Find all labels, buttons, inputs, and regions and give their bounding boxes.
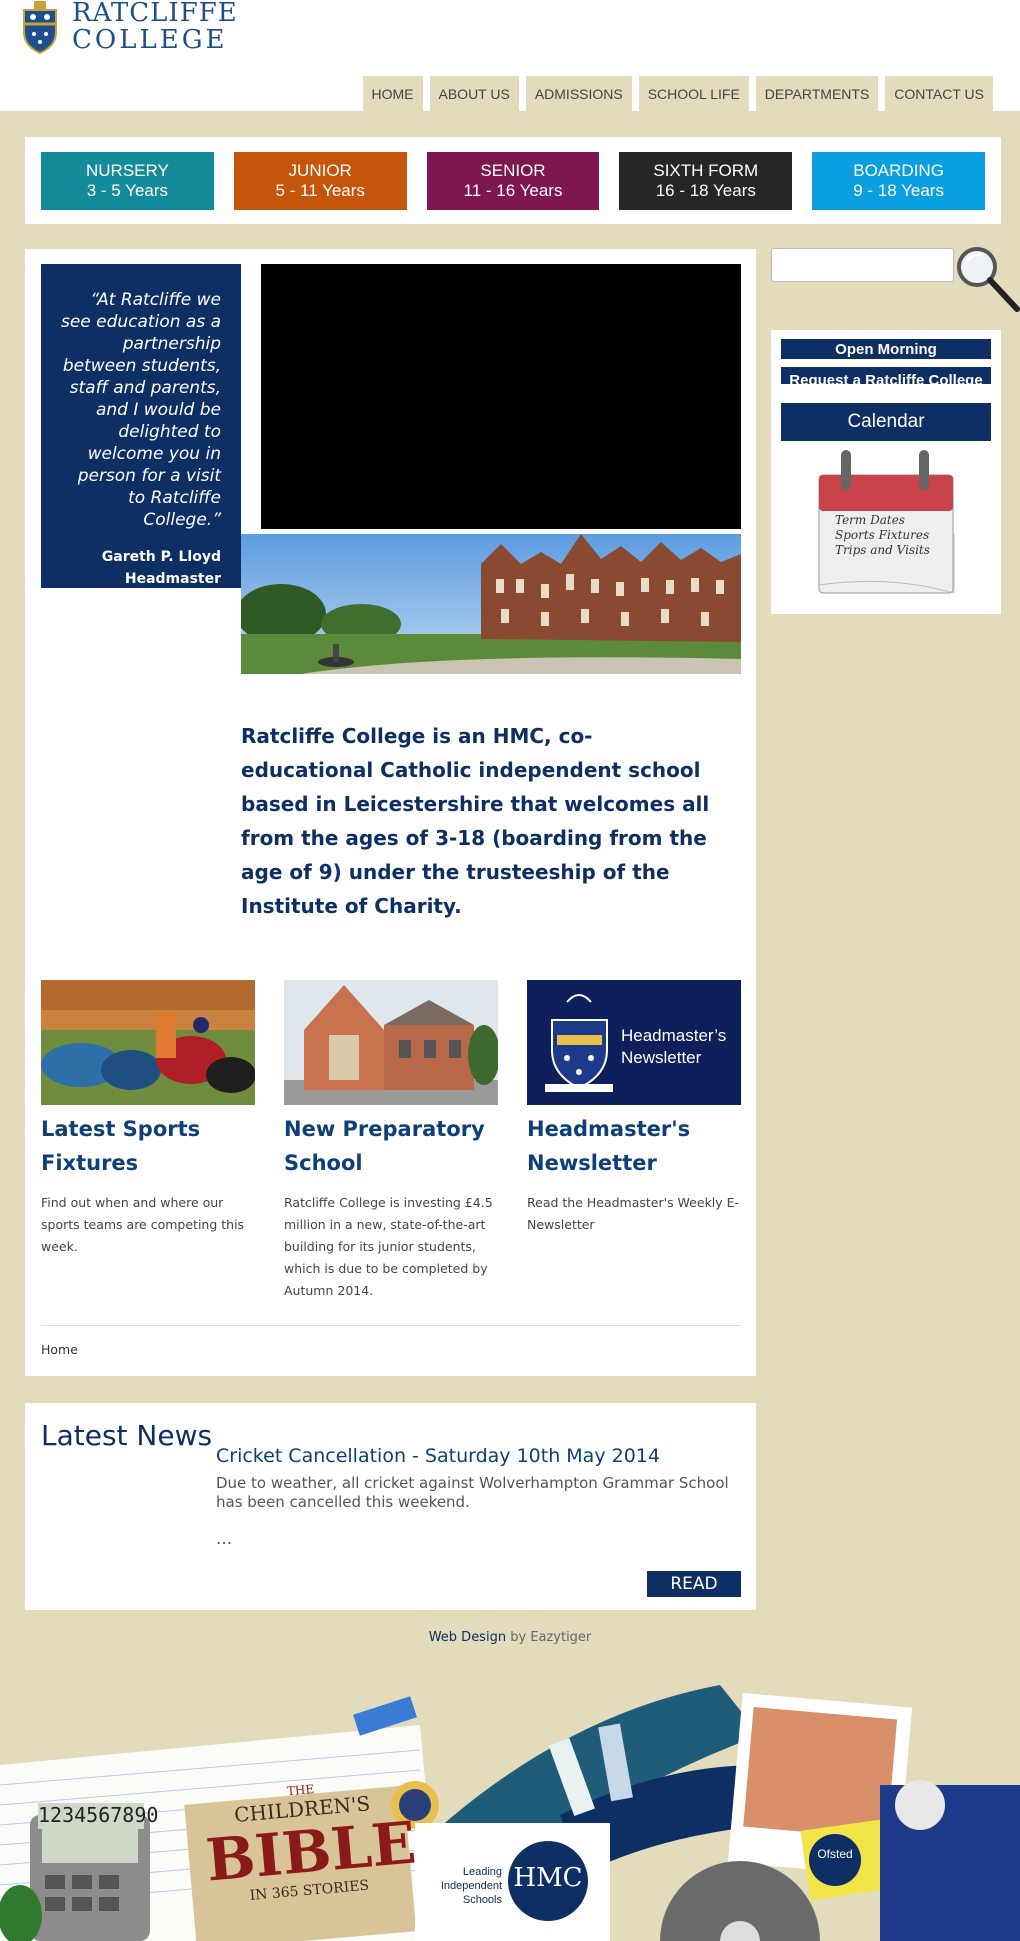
card-title[interactable]: New Preparatory School — [284, 1112, 498, 1180]
divider — [41, 1325, 741, 1326]
search-input[interactable] — [771, 248, 954, 282]
bible-cover: THE CHILDREN'S BIBLE IN 365 STORIES — [200, 1775, 419, 1908]
main-nav: HOME ABOUT US ADMISSIONS SCHOOL LIFE DEP… — [362, 76, 993, 111]
card-new-prep-school[interactable]: New Preparatory School Ratcliffe College… — [284, 980, 498, 1302]
stage-ages: 16 - 18 Years — [655, 181, 756, 200]
college-crest-icon — [23, 1, 57, 54]
newsletter-thumbnail: Headmaster’s Newsletter — [527, 980, 741, 1105]
open-morning-link[interactable]: Open Morning — [781, 339, 991, 359]
calendar-note: Sports Fixtures — [835, 528, 930, 542]
college-logo[interactable]: RATCLIFFE COLLEGE — [20, 0, 238, 54]
footer-suffix: by Eazytiger — [506, 1630, 592, 1645]
stage-ages: 3 - 5 Years — [86, 181, 169, 200]
stage-sixth-form-button[interactable]: SIXTH FORM 16 - 18 Years — [619, 152, 793, 210]
nav-departments[interactable]: DEPARTMENTS — [755, 76, 879, 111]
card-title[interactable]: Latest Sports Fixtures — [41, 1112, 255, 1180]
hmc-tagline: Leading Independent Schools — [440, 1866, 502, 1906]
stage-ages: 11 - 16 Years — [463, 181, 563, 200]
calendar-notes: Term Dates Sports Fixtures Trips and Vis… — [835, 513, 930, 558]
intro-text: Ratcliffe College is an HMC, co-educatio… — [241, 724, 710, 918]
stage-senior-button[interactable]: SENIOR 11 - 16 Years — [426, 152, 600, 210]
quote-author: Gareth P. Lloyd — [101, 549, 221, 565]
logo-wordmark: RATCLIFFE COLLEGE — [72, 0, 238, 54]
stage-name: BOARDING — [853, 161, 944, 180]
card-description: Ratcliffe College is investing £4.5 mill… — [284, 1195, 493, 1298]
calendar-link[interactable]: Calendar — [781, 403, 991, 441]
news-ellipsis: ... — [216, 1529, 233, 1549]
calendar-note: Trips and Visits — [835, 543, 930, 557]
ofsted-badge: Ofsted — [817, 1847, 853, 1861]
calculator-display: 1234567890 — [38, 1803, 159, 1829]
site-header: RATCLIFFE COLLEGE HOME ABOUT US ADMISSIO… — [0, 0, 1020, 111]
request-prospectus-link[interactable]: Request a Ratcliffe College — [781, 367, 991, 384]
quote-signature: Gareth P. Lloyd Headmaster — [57, 546, 221, 590]
stage-ages: 9 - 18 Years — [853, 181, 944, 200]
news-item-body: Due to weather, all cricket against Wolv… — [216, 1474, 729, 1511]
calendar-icon[interactable]: Term Dates Sports Fixtures Trips and Vis… — [811, 445, 961, 605]
nav-school-life[interactable]: SCHOOL LIFE — [638, 76, 749, 111]
prep-school-thumbnail — [284, 980, 498, 1105]
stage-ages: 5 - 11 Years — [275, 181, 365, 200]
stage-nursery-button[interactable]: NURSERY 3 - 5 Years — [41, 152, 214, 210]
read-button[interactable]: READ — [647, 1571, 741, 1597]
headmaster-quote: “At Ratcliffe we see education as a part… — [41, 264, 241, 588]
stage-boarding-button[interactable]: BOARDING 9 - 18 Years — [812, 152, 985, 210]
stage-name: SENIOR — [480, 161, 546, 180]
card-sports-fixtures[interactable]: Latest Sports Fixtures Find out when and… — [41, 980, 255, 1258]
sports-thumbnail — [41, 980, 255, 1105]
main-content: “At Ratcliffe we see education as a part… — [25, 249, 756, 1376]
stage-name: JUNIOR — [288, 161, 352, 180]
card-description: Read the Headmaster's Weekly E-Newslette… — [527, 1195, 740, 1232]
web-design-link[interactable]: Web Design — [429, 1630, 506, 1645]
hmc-logo: HMC — [513, 1863, 583, 1893]
quote-text: “At Ratcliffe we see education as a part… — [60, 290, 221, 530]
card-headmaster-newsletter[interactable]: Headmaster’s Newsletter Headmaster's New… — [527, 980, 741, 1236]
search-icon[interactable] — [955, 245, 1020, 315]
breadcrumb[interactable]: Home — [41, 1342, 78, 1357]
card-title[interactable]: Headmaster's Newsletter — [527, 1112, 741, 1180]
nav-contact-us[interactable]: CONTACT US — [885, 76, 993, 111]
card-description: Find out when and where our sports teams… — [41, 1195, 245, 1254]
nav-admissions[interactable]: ADMISSIONS — [525, 76, 632, 111]
news-heading: Latest News — [41, 1419, 213, 1452]
school-stages: NURSERY 3 - 5 Years JUNIOR 5 - 11 Years … — [25, 137, 1001, 224]
nav-about-us[interactable]: ABOUT US — [429, 76, 519, 111]
newsletter-thumb-line2: Newsletter — [621, 1048, 702, 1067]
bible-title-line2: BIBLE — [203, 1808, 419, 1895]
stage-junior-button[interactable]: JUNIOR 5 - 11 Years — [233, 152, 407, 210]
stage-name: NURSERY — [85, 161, 169, 180]
calendar-note: Term Dates — [835, 513, 905, 527]
quote-role: Headmaster — [124, 571, 221, 587]
college-building-photo — [241, 534, 741, 674]
news-item-title[interactable]: Cricket Cancellation - Saturday 10th May… — [216, 1445, 660, 1467]
nav-home[interactable]: HOME — [362, 76, 423, 111]
newsletter-thumb-line1: Headmaster’s — [621, 1026, 727, 1045]
video-player[interactable] — [261, 264, 741, 529]
logo-line1: RATCLIFFE — [72, 0, 238, 28]
stage-name: SIXTH FORM — [653, 161, 759, 180]
newsletter-thumb-label: Headmaster’s Newsletter — [621, 1025, 726, 1069]
quick-links-panel: Open Morning Request a Ratcliffe College… — [771, 330, 1001, 614]
latest-news-panel: Latest News Cricket Cancellation - Satur… — [25, 1403, 756, 1610]
logo-line2: COLLEGE — [72, 25, 228, 55]
footer-credit: Web Design by Eazytiger — [0, 1630, 1020, 1645]
footer-collage: 1234567890 THE CHILDREN'S BIBLE IN 365 S… — [0, 1675, 1020, 1941]
